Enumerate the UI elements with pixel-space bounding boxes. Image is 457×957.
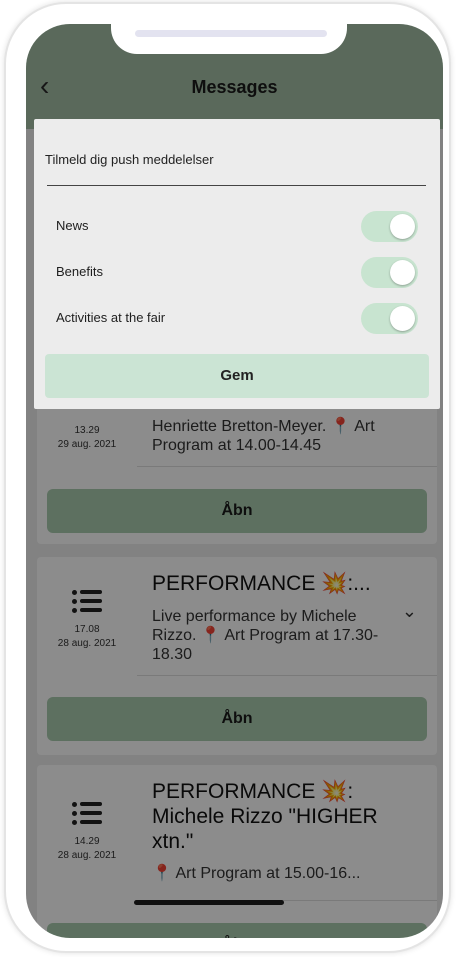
toggle-knob [390,260,415,285]
option-label: News [56,218,89,233]
divider [47,185,426,186]
option-label: Activities at the fair [56,310,166,325]
toggle-knob [390,214,415,239]
push-settings-dialog: Tilmeld dig push meddelelser News Benefi… [34,119,440,409]
benefits-toggle[interactable] [361,257,418,288]
home-indicator[interactable] [134,900,284,905]
speaker-bar [135,30,327,37]
news-toggle[interactable] [361,211,418,242]
dialog-title: Tilmeld dig push meddelelser [45,152,214,167]
save-button[interactable]: Gem [45,354,429,398]
option-label: Benefits [56,264,103,279]
option-row-benefits: Benefits [56,257,418,288]
option-row-activities: Activities at the fair [56,303,418,334]
option-row-news: News [56,211,418,242]
activities-toggle[interactable] [361,303,418,334]
phone-frame: ‹ Messages 13.29 29 aug. 2021 Henriette … [4,2,451,953]
app-screen: ‹ Messages 13.29 29 aug. 2021 Henriette … [26,24,443,938]
toggle-knob [390,306,415,331]
